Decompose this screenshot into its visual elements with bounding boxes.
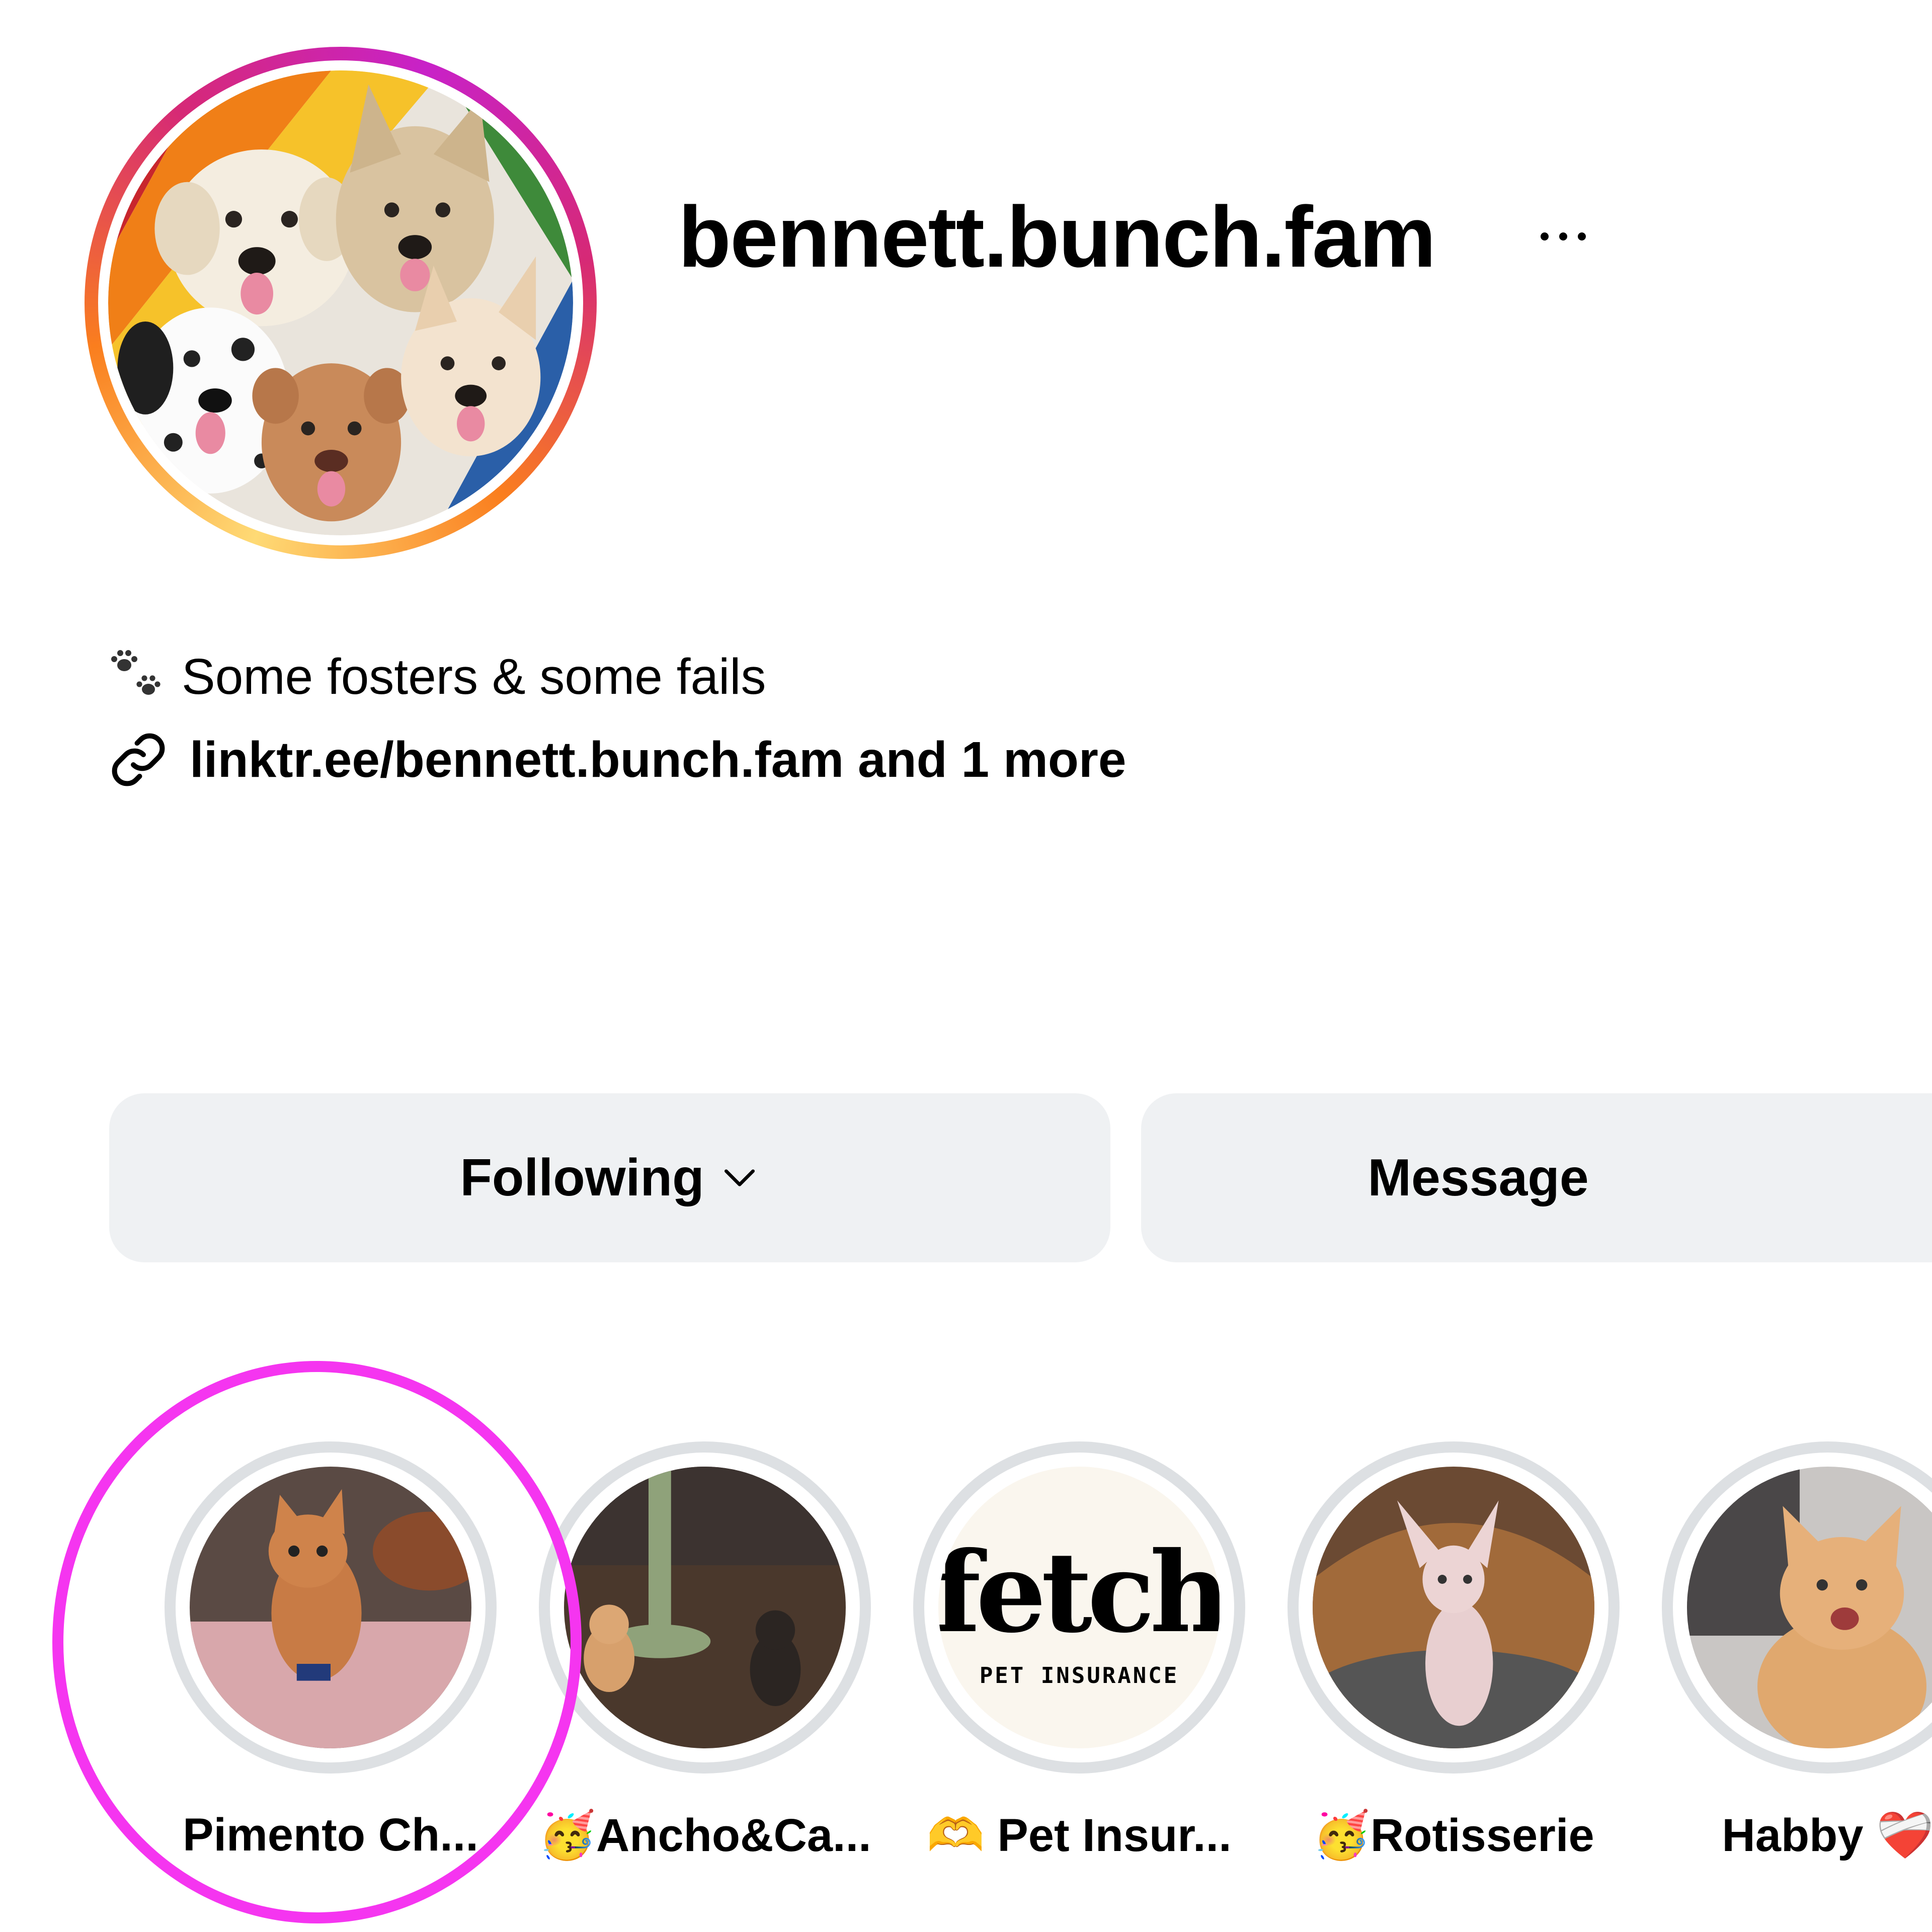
following-button[interactable]: Following xyxy=(109,1093,1110,1262)
following-label: Following xyxy=(460,1148,704,1207)
highlight-label: Pimento Ch... xyxy=(183,1809,478,1861)
highlight-label: 🥳Rotisserie xyxy=(1313,1810,1594,1861)
bio-text: Some fosters & some fails xyxy=(182,648,766,705)
highlight-cover-kitten xyxy=(190,1467,471,1748)
profile-username: bennett.bunch.fam xyxy=(678,189,1436,285)
highlight-label: 🥳Ancho&Ca... xyxy=(538,1810,871,1861)
highlight-label: Habby ❤️‍🩹 xyxy=(1722,1810,1932,1861)
link-text[interactable]: linktr.ee/bennett.bunch.fam and 1 more xyxy=(190,731,1126,789)
link-icon xyxy=(112,733,165,786)
highlight-label: 🫶 Pet Insur... xyxy=(927,1810,1232,1861)
profile-avatar-dogs-illustration xyxy=(108,70,573,535)
fetch-tagline: PET INSURANCE xyxy=(979,1662,1179,1688)
profile-bio: Some fosters & some fails xyxy=(108,648,766,705)
fetch-brand-text: fetch xyxy=(938,1526,1220,1657)
highlight-cover-sphynx-cat xyxy=(1313,1467,1594,1748)
message-label: Message xyxy=(1367,1148,1589,1207)
profile-link[interactable]: linktr.ee/bennett.bunch.fam and 1 more xyxy=(108,730,1126,790)
profile-avatar[interactable] xyxy=(85,47,597,559)
highlight-cover-two-kittens xyxy=(564,1467,846,1748)
paw-prints-icon xyxy=(111,650,160,695)
message-button[interactable]: Message xyxy=(1141,1093,1932,1262)
highlight-cover-fetch-logo: fetch PET INSURANCE xyxy=(938,1467,1220,1748)
chevron-down-icon xyxy=(724,1169,755,1186)
profile-page: bennett.bunch.fam Some fosters & some fa… xyxy=(0,0,1932,1932)
ellipsis-icon[interactable] xyxy=(1541,221,1586,252)
